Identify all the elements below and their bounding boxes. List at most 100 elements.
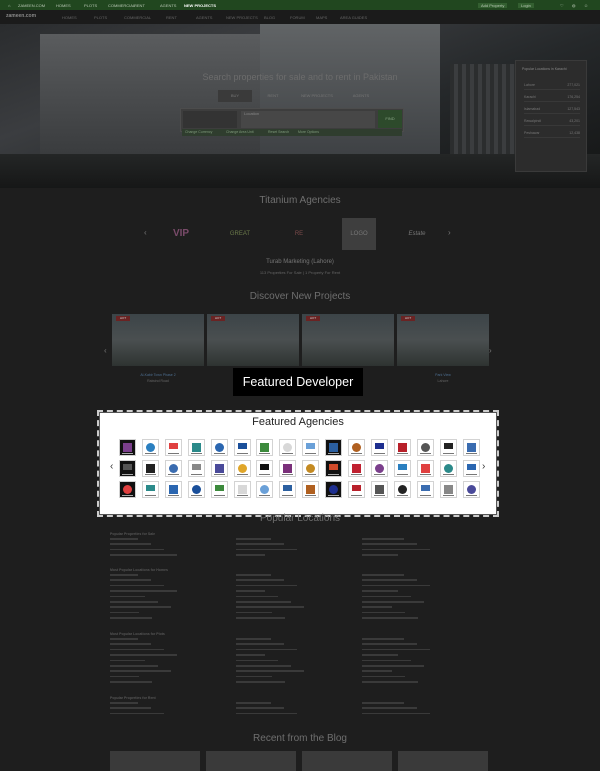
location-link[interactable] <box>236 654 265 656</box>
location-link[interactable] <box>236 665 291 667</box>
agency-logo[interactable] <box>325 481 343 498</box>
location-link[interactable] <box>362 681 418 683</box>
reset-search-link[interactable]: Reset Search <box>268 130 289 134</box>
nav-item[interactable]: RENT <box>166 15 177 20</box>
location-link[interactable] <box>362 617 418 619</box>
agency-logo[interactable] <box>210 439 228 456</box>
agency-logo[interactable] <box>187 439 205 456</box>
chevron-right-icon[interactable]: › <box>482 461 485 472</box>
login-button[interactable]: Login <box>518 3 534 8</box>
blog-thumbnail[interactable] <box>110 751 200 771</box>
location-link[interactable] <box>110 606 171 608</box>
location-link[interactable] <box>236 617 285 619</box>
card-row[interactable]: Lahore 277,021 <box>524 83 580 90</box>
chevron-left-icon[interactable]: ‹ <box>144 228 147 237</box>
location-link[interactable] <box>362 584 430 587</box>
change-currency-link[interactable]: Change Currency <box>185 130 212 134</box>
agency-logo[interactable] <box>256 439 274 456</box>
blog-thumbnail[interactable] <box>302 751 392 771</box>
project-card[interactable]: HOT <box>397 314 489 366</box>
chevron-right-icon[interactable]: › <box>448 228 451 237</box>
location-link[interactable] <box>110 707 151 709</box>
agency-logo[interactable] <box>302 439 320 456</box>
agency-logo[interactable] <box>439 481 457 498</box>
location-link[interactable] <box>362 675 405 678</box>
agency-logo[interactable] <box>141 439 159 456</box>
location-link[interactable] <box>110 712 164 715</box>
topbar-item[interactable]: HOMES <box>56 3 71 8</box>
nav-item[interactable]: PLOTS <box>94 15 107 20</box>
project-caption[interactable]: Al-Kabir Town Phase 2 <box>112 373 204 377</box>
location-link[interactable] <box>236 543 284 545</box>
heart-icon[interactable]: ♡ <box>560 3 564 8</box>
agency-logo[interactable]: RE <box>280 218 318 250</box>
card-row[interactable]: Rawalpindi 43,201 <box>524 119 580 126</box>
location-link[interactable] <box>236 601 291 603</box>
tab-rent[interactable]: RENT <box>256 90 290 102</box>
location-link[interactable] <box>110 659 145 662</box>
agency-logo[interactable] <box>393 460 411 477</box>
agency-logo[interactable]: VIP <box>162 218 200 250</box>
location-link[interactable] <box>110 595 145 598</box>
agency-logo[interactable] <box>348 481 365 498</box>
agency-logo[interactable]: Estate <box>398 218 436 250</box>
location-link[interactable] <box>110 638 138 640</box>
agency-logo[interactable] <box>210 460 228 477</box>
city-select[interactable] <box>183 111 237 128</box>
location-link[interactable] <box>110 584 164 587</box>
location-link[interactable] <box>362 670 392 672</box>
agency-logo[interactable]: LOGO <box>342 218 376 250</box>
location-link[interactable] <box>110 590 177 592</box>
location-link[interactable] <box>362 538 404 540</box>
agency-logo[interactable] <box>325 460 343 477</box>
location-link[interactable] <box>362 590 398 592</box>
nav-item[interactable]: AREA GUIDES <box>340 15 367 20</box>
location-link[interactable] <box>110 574 138 576</box>
location-link[interactable] <box>236 643 284 645</box>
nav-item[interactable]: BLOG <box>264 15 275 20</box>
location-link[interactable] <box>110 675 139 678</box>
add-property-button[interactable]: Add Property <box>478 3 508 8</box>
location-link[interactable] <box>362 611 405 614</box>
agency-logo[interactable]: GREAT <box>221 218 259 250</box>
location-link[interactable] <box>236 675 272 678</box>
agency-logo[interactable] <box>233 481 251 498</box>
agency-logo[interactable] <box>370 439 388 456</box>
user-icon[interactable]: ☺ <box>584 3 588 8</box>
location-link[interactable] <box>110 554 177 556</box>
location-link[interactable] <box>236 681 285 683</box>
agency-logo[interactable] <box>210 481 228 498</box>
agency-logo[interactable] <box>141 481 159 498</box>
location-link[interactable] <box>362 643 417 645</box>
location-link[interactable] <box>236 606 304 608</box>
agency-logo[interactable] <box>119 481 136 498</box>
location-link[interactable] <box>362 638 404 640</box>
agency-logo[interactable] <box>256 481 274 498</box>
location-link[interactable] <box>110 579 151 581</box>
agency-logo[interactable] <box>462 481 480 498</box>
agency-logo[interactable] <box>187 481 205 498</box>
location-link[interactable] <box>110 548 164 551</box>
location-link[interactable] <box>362 654 398 656</box>
agency-logo[interactable] <box>416 439 434 456</box>
project-card[interactable]: HOT <box>207 314 299 366</box>
location-link[interactable] <box>362 579 417 581</box>
agency-logo[interactable] <box>187 460 205 477</box>
agency-logo[interactable] <box>462 439 480 456</box>
site-logo[interactable]: zameen.com <box>6 13 36 19</box>
location-link[interactable] <box>236 638 271 640</box>
location-link[interactable] <box>110 654 177 656</box>
agency-logo[interactable] <box>233 460 251 477</box>
agency-logo[interactable] <box>348 460 365 477</box>
agency-logo[interactable] <box>325 439 343 456</box>
location-link[interactable] <box>110 601 158 603</box>
agency-logo[interactable] <box>439 460 457 477</box>
location-link[interactable] <box>236 712 297 715</box>
agency-logo[interactable] <box>302 481 320 498</box>
location-link[interactable] <box>110 543 151 545</box>
card-row[interactable]: Karachi 176,254 <box>524 95 580 102</box>
card-row[interactable]: Peshawar 12,438 <box>524 131 580 138</box>
tab-new-projects[interactable]: NEW PROJECTS <box>294 90 340 102</box>
location-link[interactable] <box>362 574 404 576</box>
location-link[interactable] <box>110 538 138 540</box>
